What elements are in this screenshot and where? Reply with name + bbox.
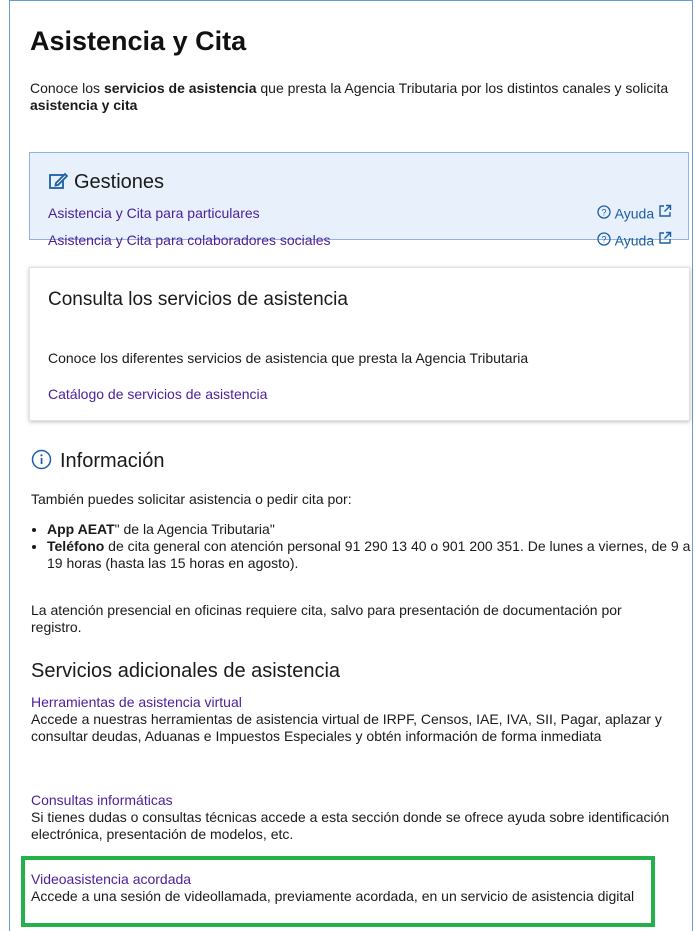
info-heading: Información xyxy=(31,449,165,473)
help-link-colaboradores[interactable]: ? Ayuda xyxy=(597,231,672,248)
info-icon xyxy=(31,449,52,470)
help-link-particulares[interactable]: ? Ayuda xyxy=(597,204,672,221)
svg-text:?: ? xyxy=(601,208,606,218)
consulta-card: Consulta los servicios de asistencia Con… xyxy=(29,267,690,421)
info-list: App AEAT" de la Agencia Tributaria" Telé… xyxy=(31,521,695,572)
servicio-item: Herramientas de asistencia virtual Acced… xyxy=(31,694,691,745)
consulta-description: Conoce los diferentes servicios de asist… xyxy=(48,350,529,366)
edit-icon xyxy=(49,172,69,189)
highlight-box xyxy=(21,856,655,927)
servicio-description: Si tienes dudas o consultas técnicas acc… xyxy=(31,809,670,842)
gestiones-panel: Gestiones Asistencia y Cita para particu… xyxy=(29,152,689,248)
intro-text: Conoce los servicios de asistencia que p… xyxy=(30,80,669,113)
consulta-title: Consulta los servicios de asistencia xyxy=(48,289,348,310)
servicios-heading: Servicios adicionales de asistencia xyxy=(31,660,341,682)
page-title: Asistencia y Cita xyxy=(30,26,247,56)
gestiones-link-particulares[interactable]: Asistencia y Cita para particulares xyxy=(48,205,260,221)
list-item: App AEAT" de la Agencia Tributaria" xyxy=(47,521,695,538)
gestiones-heading: Gestiones xyxy=(48,171,164,194)
external-link-icon xyxy=(659,231,672,244)
svg-text:?: ? xyxy=(601,235,606,245)
info-note: La atención presencial en oficinas requi… xyxy=(31,602,622,635)
herramientas-link[interactable]: Herramientas de asistencia virtual xyxy=(31,694,242,710)
gestiones-link-colaboradores[interactable]: Asistencia y Cita para colaboradores soc… xyxy=(48,232,330,248)
list-item: Teléfono de cita general con atención pe… xyxy=(47,538,695,572)
help-circle-icon: ? xyxy=(597,205,611,219)
servicio-item: Consultas informáticas Si tienes dudas o… xyxy=(31,792,691,843)
consultas-informaticas-link[interactable]: Consultas informáticas xyxy=(31,792,173,808)
help-circle-icon: ? xyxy=(597,232,611,246)
external-link-icon xyxy=(659,204,672,217)
catalogo-link[interactable]: Catálogo de servicios de asistencia xyxy=(48,386,267,402)
servicio-description: Accede a nuestras herramientas de asiste… xyxy=(31,711,662,744)
info-lead: También puedes solicitar asistencia o pe… xyxy=(31,491,352,507)
